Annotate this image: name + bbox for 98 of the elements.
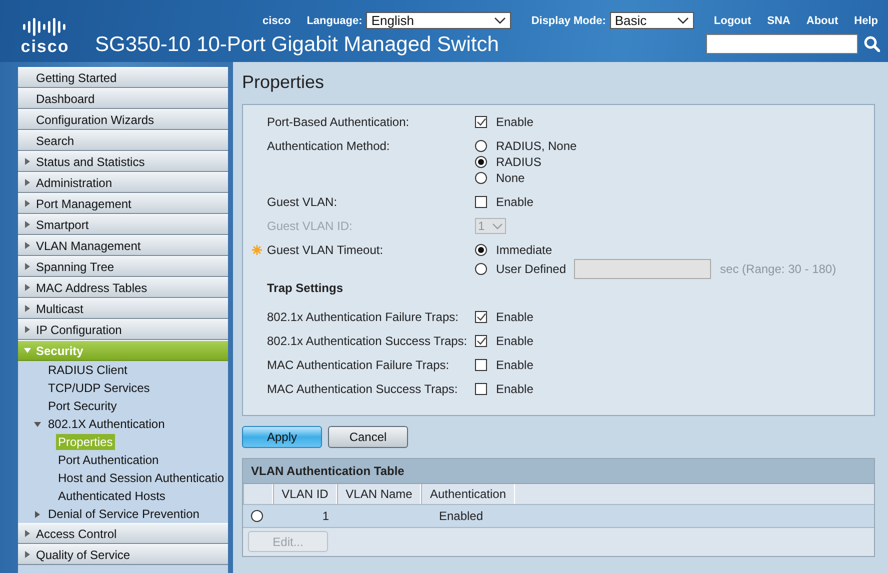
sidebar-item[interactable]: TCP/UDP Services (18, 379, 228, 397)
sidebar-item[interactable]: Access Control (18, 523, 228, 544)
table-title: VLAN Authentication Table (243, 459, 874, 484)
chevron-icon (494, 16, 506, 24)
option-label: Enable (496, 115, 534, 129)
sidebar-item[interactable]: Dashboard (18, 88, 228, 109)
sidebar-item[interactable]: Host and Session Authenticatio (18, 469, 228, 487)
option-label: Immediate (496, 243, 552, 257)
column-header (243, 484, 273, 504)
header-link[interactable]: About (806, 14, 838, 26)
expanded-arrow-icon (24, 347, 30, 354)
collapsed-arrow-icon (24, 551, 30, 558)
header-link[interactable]: Help (854, 14, 878, 26)
radio-button[interactable] (475, 244, 487, 256)
checkbox[interactable] (475, 359, 487, 371)
range-hint: sec (Range: 30 - 180) (720, 262, 836, 276)
collapsed-arrow-icon (24, 530, 30, 537)
collapsed-arrow-icon (24, 200, 30, 207)
sidebar-item[interactable]: Configuration Wizards (18, 109, 228, 130)
field-label: Port-Based Authentication: (267, 115, 410, 129)
dropdown[interactable]: Basic (610, 12, 694, 29)
checkbox[interactable] (475, 311, 487, 323)
sidebar-item[interactable]: Status and Statistics (18, 151, 228, 172)
bars-logo-icon (23, 18, 67, 36)
checkbox[interactable] (475, 335, 487, 347)
column-header: VLAN Name (337, 484, 421, 504)
field-label: Guest VLAN: (267, 195, 338, 209)
collapsed-arrow-icon (24, 221, 30, 228)
cancel-button[interactable]: Cancel (328, 426, 408, 448)
sidebar-item[interactable]: 802.1X Authentication (18, 415, 228, 433)
sidebar-item[interactable]: VLAN Management (18, 235, 228, 256)
radio-button[interactable] (475, 172, 487, 184)
sidebar-item[interactable]: Getting Started (18, 67, 228, 88)
expanded-arrow-icon (34, 420, 40, 428)
sidebar-item[interactable]: MAC Address Tables (18, 277, 228, 298)
chevron-icon (676, 16, 689, 24)
option-label: None (496, 171, 525, 185)
product-title: SG350-10 10-Port Gigabit Managed Switch (95, 33, 499, 57)
field-label: Guest VLAN Timeout: (267, 243, 384, 257)
option-label: Enable (496, 334, 534, 348)
field-label: Language: (306, 14, 362, 26)
option-label: RADIUS (496, 155, 542, 169)
field-label: Guest VLAN ID: (267, 219, 352, 233)
sidebar-item[interactable]: Port Security (18, 397, 228, 415)
collapsed-arrow-icon (24, 263, 30, 270)
column-header: VLAN ID (273, 484, 337, 504)
collapsed-arrow-icon (24, 284, 30, 291)
radio-button[interactable] (475, 140, 487, 152)
sidebar-item[interactable]: RADIUS Client (18, 361, 228, 379)
chevron-icon (492, 222, 503, 230)
sidebar-item[interactable]: Search (18, 130, 228, 151)
logo-text: cisco (20, 38, 70, 56)
sidebar-item[interactable]: Administration (18, 172, 228, 193)
field-label: 802.1x Authentication Success Traps: (267, 334, 468, 348)
sidebar-item[interactable]: Port Authentication (18, 451, 228, 469)
sidebar-item[interactable]: Smartport (18, 214, 228, 235)
sidebar-item[interactable]: Denial of Service Prevention (18, 505, 228, 523)
search-field[interactable] (706, 34, 858, 54)
apply-button[interactable]: Apply (242, 426, 322, 448)
table-cell-text: 1 (321, 508, 330, 525)
option-label: Enable (496, 310, 534, 324)
collapsed-arrow-icon (24, 158, 30, 165)
collapsed-arrow-icon (24, 326, 30, 333)
collapsed-arrow-icon (24, 305, 30, 312)
collapsed-arrow-icon (24, 242, 30, 249)
option-label: Enable (496, 195, 534, 209)
field-label: MAC Authentication Failure Traps: (267, 358, 450, 372)
column-header: Authentication (421, 484, 515, 504)
radio-button[interactable] (475, 263, 487, 275)
collapsed-arrow-icon (24, 179, 30, 186)
radio-button[interactable] (475, 156, 487, 168)
sidebar-item[interactable]: IP Configuration (18, 319, 228, 340)
section-heading: Trap Settings (267, 281, 344, 295)
sidebar-item[interactable]: Port Management (18, 193, 228, 214)
sidebar-item[interactable]: Quality of Service (18, 544, 228, 565)
search-icon[interactable] (864, 36, 880, 52)
collapsed-arrow-icon (34, 510, 40, 518)
field-label: Display Mode: (531, 14, 606, 26)
sidebar-item[interactable]: Authenticated Hosts (18, 487, 228, 505)
option-label: Enable (496, 358, 534, 372)
option-label: User Defined (496, 262, 566, 276)
sidebar-item[interactable]: Spanning Tree (18, 256, 228, 277)
radio-button[interactable] (251, 510, 263, 522)
checkbox[interactable] (475, 383, 487, 395)
checkbox[interactable] (475, 116, 487, 128)
field-label: Authentication Method: (267, 139, 390, 153)
header-link[interactable]: SNA (767, 14, 790, 26)
dropdown[interactable]: English (366, 12, 512, 29)
table-cell-text: Enabled (438, 508, 484, 525)
user-name: cisco (262, 14, 291, 26)
option-label: Enable (496, 382, 534, 396)
field-label: MAC Authentication Success Traps: (267, 382, 458, 396)
page-title: Properties (242, 72, 326, 94)
checkbox[interactable] (475, 196, 487, 208)
option-label: RADIUS, None (496, 139, 577, 153)
field-label: 802.1x Authentication Failure Traps: (267, 310, 458, 324)
sidebar-item[interactable]: Multicast (18, 298, 228, 319)
header-link[interactable]: Logout (714, 14, 752, 26)
